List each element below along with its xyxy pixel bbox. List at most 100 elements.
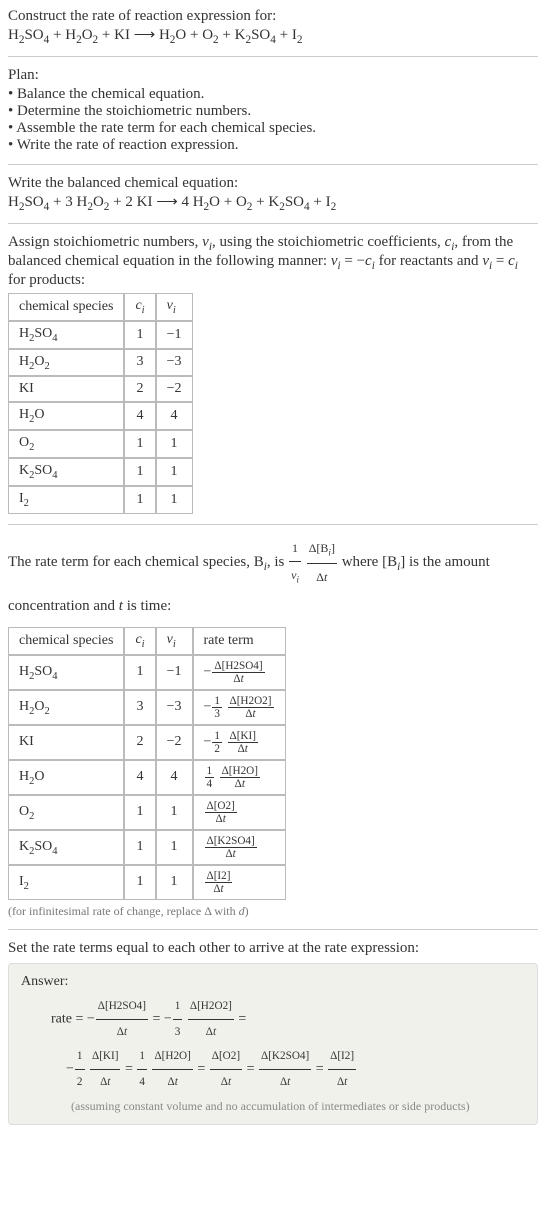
cell-ci: 1 [124, 458, 155, 486]
cell-species: I2 [8, 486, 124, 514]
answer-box: Answer: rate = −Δ[H2SO4]Δt = −13 Δ[H2O2]… [8, 963, 538, 1125]
cell-vi: 1 [156, 795, 193, 830]
answer-label: Answer: [21, 974, 525, 990]
plan-item: Write the rate of reaction expression. [8, 137, 538, 154]
table-row: K2SO411 [8, 458, 193, 486]
stoich-table: chemical species ci νi H2SO41−1 H2O23−3 … [8, 293, 193, 514]
cell-ci: 1 [124, 830, 155, 865]
table-row: O211Δ[O2]Δt [8, 795, 286, 830]
cell-species: I2 [8, 865, 124, 900]
table-row: O211 [8, 430, 193, 458]
plan-item: Balance the chemical equation. [8, 86, 538, 103]
cell-vi: 4 [156, 402, 193, 430]
cell-vi: 4 [156, 760, 193, 795]
rate-term-text: The rate term for each chemical species,… [8, 535, 538, 624]
cell-species: H2O2 [8, 690, 124, 725]
col-vi: νi [156, 627, 193, 655]
table-row: KI2−2−12 Δ[KI]Δt [8, 725, 286, 760]
rate-term-section: The rate term for each chemical species,… [8, 535, 538, 919]
plan-section: Plan: Balance the chemical equation. Det… [8, 67, 538, 154]
cell-ci: 2 [124, 376, 155, 402]
cell-species: H2O [8, 402, 124, 430]
plan-item: Assemble the rate term for each chemical… [8, 120, 538, 137]
table2-note: (for infinitesimal rate of change, repla… [8, 904, 538, 919]
intro-section: Construct the rate of reaction expressio… [8, 8, 538, 46]
balanced-section: Write the balanced chemical equation: H2… [8, 175, 538, 213]
table-row: KI2−2 [8, 376, 193, 402]
col-ci: ci [124, 627, 155, 655]
cell-ci: 1 [124, 795, 155, 830]
cell-rate: Δ[I2]Δt [193, 865, 286, 900]
plan-title: Plan: [8, 67, 538, 84]
set-equal-section: Set the rate terms equal to each other t… [8, 940, 538, 1125]
col-rate: rate term [193, 627, 286, 655]
answer-note: (assuming constant volume and no accumul… [21, 1099, 525, 1114]
table-row: K2SO411Δ[K2SO4]Δt [8, 830, 286, 865]
table-row: I211 [8, 486, 193, 514]
divider [8, 524, 538, 525]
cell-species: H2O [8, 760, 124, 795]
cell-species: O2 [8, 795, 124, 830]
cell-ci: 4 [124, 402, 155, 430]
table-row: H2O23−3−13 Δ[H2O2]Δt [8, 690, 286, 725]
construct-text: Construct the rate of reaction expressio… [8, 8, 538, 25]
col-species: chemical species [8, 627, 124, 655]
plan-list: Balance the chemical equation. Determine… [8, 86, 538, 154]
cell-vi: 1 [156, 430, 193, 458]
cell-vi: 1 [156, 865, 193, 900]
cell-ci: 1 [124, 655, 155, 690]
cell-vi: 1 [156, 458, 193, 486]
cell-rate: Δ[O2]Δt [193, 795, 286, 830]
cell-ci: 2 [124, 725, 155, 760]
divider [8, 164, 538, 165]
table-row: H2O23−3 [8, 349, 193, 377]
unbalanced-equation: H2SO4 + H2O2 + KI ⟶ H2O + O2 + K2SO4 + I… [8, 25, 538, 46]
col-species: chemical species [8, 293, 124, 321]
divider [8, 56, 538, 57]
cell-vi: −1 [156, 321, 193, 349]
cell-species: H2SO4 [8, 655, 124, 690]
answer-line1: rate = −Δ[H2SO4]Δt = −13 Δ[H2O2]Δt = [21, 994, 525, 1044]
rate-term-table: chemical species ci νi rate term H2SO41−… [8, 627, 286, 900]
assign-text: Assign stoichiometric numbers, νi, using… [8, 234, 538, 289]
cell-rate: −12 Δ[KI]Δt [193, 725, 286, 760]
cell-species: O2 [8, 430, 124, 458]
cell-rate: 14 Δ[H2O]Δt [193, 760, 286, 795]
cell-ci: 1 [124, 865, 155, 900]
cell-species: K2SO4 [8, 830, 124, 865]
cell-vi: −2 [156, 376, 193, 402]
col-vi: νi [156, 293, 193, 321]
cell-species: H2O2 [8, 349, 124, 377]
cell-ci: 1 [124, 430, 155, 458]
answer-line2: −12 Δ[KI]Δt = 14 Δ[H2O]Δt = Δ[O2]Δt = Δ[… [21, 1044, 525, 1094]
table-row: I211Δ[I2]Δt [8, 865, 286, 900]
assign-section: Assign stoichiometric numbers, νi, using… [8, 234, 538, 514]
cell-ci: 3 [124, 349, 155, 377]
cell-rate: Δ[K2SO4]Δt [193, 830, 286, 865]
cell-rate: −Δ[H2SO4]Δt [193, 655, 286, 690]
cell-vi: −3 [156, 690, 193, 725]
table-row: H2O4414 Δ[H2O]Δt [8, 760, 286, 795]
cell-ci: 1 [124, 321, 155, 349]
cell-vi: 1 [156, 830, 193, 865]
cell-vi: −1 [156, 655, 193, 690]
table-row: H2SO41−1−Δ[H2SO4]Δt [8, 655, 286, 690]
cell-ci: 1 [124, 486, 155, 514]
balanced-equation: H2SO4 + 3 H2O2 + 2 KI ⟶ 4 H2O + O2 + K2S… [8, 192, 538, 213]
cell-vi: −2 [156, 725, 193, 760]
cell-ci: 3 [124, 690, 155, 725]
table-row: H2SO41−1 [8, 321, 193, 349]
cell-rate: −13 Δ[H2O2]Δt [193, 690, 286, 725]
cell-species: K2SO4 [8, 458, 124, 486]
cell-species: H2SO4 [8, 321, 124, 349]
balanced-title: Write the balanced chemical equation: [8, 175, 538, 192]
cell-vi: −3 [156, 349, 193, 377]
set-equal-text: Set the rate terms equal to each other t… [8, 940, 538, 957]
cell-species: KI [8, 725, 124, 760]
plan-item: Determine the stoichiometric numbers. [8, 103, 538, 120]
cell-vi: 1 [156, 486, 193, 514]
col-ci: ci [124, 293, 155, 321]
cell-species: KI [8, 376, 124, 402]
cell-ci: 4 [124, 760, 155, 795]
divider [8, 223, 538, 224]
